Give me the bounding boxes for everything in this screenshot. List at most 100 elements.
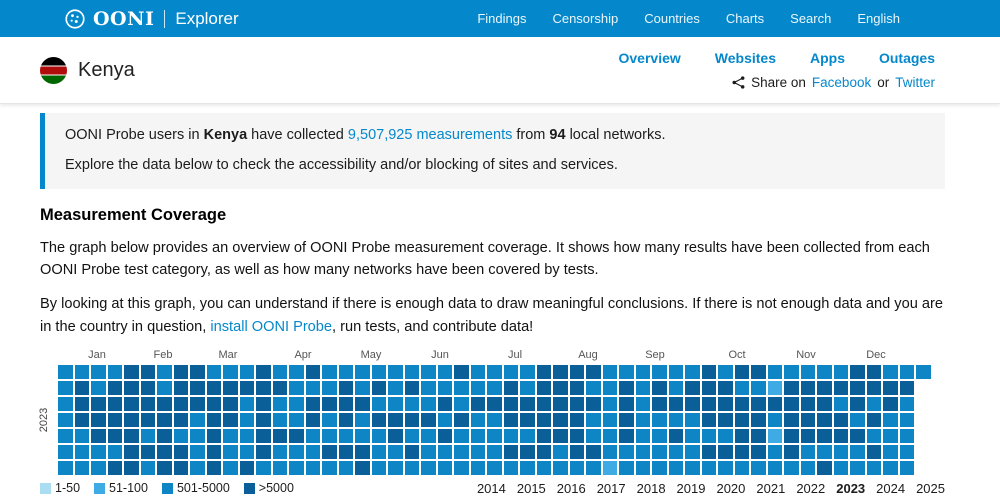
heatmap-cell[interactable] <box>256 444 271 459</box>
heatmap-cell[interactable] <box>239 380 254 395</box>
heatmap-cell[interactable] <box>256 396 271 411</box>
heatmap-cell[interactable] <box>751 364 766 379</box>
year-2024[interactable]: 2024 <box>876 481 905 496</box>
nav-item-language[interactable]: English <box>857 11 900 26</box>
heatmap-cell[interactable] <box>701 428 716 443</box>
heatmap-cell[interactable] <box>685 460 700 475</box>
heatmap-cell[interactable] <box>685 380 700 395</box>
heatmap-cell[interactable] <box>454 412 469 427</box>
heatmap-cell[interactable] <box>437 444 452 459</box>
heatmap-cell[interactable] <box>437 364 452 379</box>
heatmap-cell[interactable] <box>734 412 749 427</box>
heatmap-cell[interactable] <box>883 460 898 475</box>
heatmap-cell[interactable] <box>190 396 205 411</box>
heatmap-cell[interactable] <box>751 444 766 459</box>
heatmap-cell[interactable] <box>734 364 749 379</box>
heatmap-cell[interactable] <box>91 364 106 379</box>
heatmap-cell[interactable] <box>91 444 106 459</box>
heatmap-cell[interactable] <box>190 364 205 379</box>
heatmap-cell[interactable] <box>157 444 172 459</box>
heatmap-cell[interactable] <box>701 412 716 427</box>
heatmap-cell[interactable] <box>850 380 865 395</box>
heatmap-cell[interactable] <box>817 412 832 427</box>
heatmap-cell[interactable] <box>751 460 766 475</box>
heatmap-cell[interactable] <box>767 428 782 443</box>
heatmap-cell[interactable] <box>173 428 188 443</box>
heatmap-cell[interactable] <box>767 412 782 427</box>
tab-websites[interactable]: Websites <box>715 50 776 66</box>
heatmap-cell[interactable] <box>520 396 535 411</box>
heatmap-cell[interactable] <box>421 444 436 459</box>
heatmap-cell[interactable] <box>685 396 700 411</box>
heatmap-cell[interactable] <box>652 396 667 411</box>
heatmap-cell[interactable] <box>256 428 271 443</box>
heatmap-cell[interactable] <box>305 380 320 395</box>
heatmap-cell[interactable] <box>338 444 353 459</box>
heatmap-cell[interactable] <box>124 396 139 411</box>
heatmap-cell[interactable] <box>58 444 73 459</box>
heatmap-cell[interactable] <box>421 460 436 475</box>
heatmap-cell[interactable] <box>586 444 601 459</box>
heatmap-cell[interactable] <box>173 364 188 379</box>
heatmap-cell[interactable] <box>635 428 650 443</box>
heatmap-cell[interactable] <box>751 428 766 443</box>
heatmap-cell[interactable] <box>586 364 601 379</box>
heatmap-cell[interactable] <box>421 428 436 443</box>
heatmap-cell[interactable] <box>355 396 370 411</box>
tab-apps[interactable]: Apps <box>810 50 845 66</box>
heatmap-cell[interactable] <box>503 396 518 411</box>
heatmap-cell[interactable] <box>404 412 419 427</box>
heatmap-cell[interactable] <box>899 444 914 459</box>
heatmap-cell[interactable] <box>553 396 568 411</box>
heatmap-cell[interactable] <box>569 444 584 459</box>
heatmap-cell[interactable] <box>239 364 254 379</box>
heatmap-cell[interactable] <box>602 396 617 411</box>
heatmap-cell[interactable] <box>899 380 914 395</box>
heatmap-cell[interactable] <box>685 412 700 427</box>
heatmap-cell[interactable] <box>652 412 667 427</box>
heatmap-cell[interactable] <box>305 396 320 411</box>
heatmap-cell[interactable] <box>883 380 898 395</box>
heatmap-cell[interactable] <box>272 412 287 427</box>
heatmap-cell[interactable] <box>833 364 848 379</box>
heatmap-cell[interactable] <box>58 396 73 411</box>
year-2022[interactable]: 2022 <box>796 481 825 496</box>
heatmap-cell[interactable] <box>635 380 650 395</box>
heatmap-cell[interactable] <box>190 412 205 427</box>
nav-item-censorship[interactable]: Censorship <box>552 11 618 26</box>
heatmap-cell[interactable] <box>520 444 535 459</box>
heatmap-cell[interactable] <box>74 380 89 395</box>
heatmap-cell[interactable] <box>701 364 716 379</box>
heatmap-cell[interactable] <box>767 460 782 475</box>
heatmap-cell[interactable] <box>388 460 403 475</box>
heatmap-cell[interactable] <box>536 412 551 427</box>
heatmap-cell[interactable] <box>520 380 535 395</box>
heatmap-cell[interactable] <box>58 412 73 427</box>
heatmap-cell[interactable] <box>883 396 898 411</box>
heatmap-cell[interactable] <box>817 396 832 411</box>
heatmap-cell[interactable] <box>421 412 436 427</box>
heatmap-cell[interactable] <box>668 444 683 459</box>
heatmap-cell[interactable] <box>470 380 485 395</box>
heatmap-cell[interactable] <box>850 364 865 379</box>
heatmap-cell[interactable] <box>371 444 386 459</box>
heatmap-cell[interactable] <box>734 460 749 475</box>
heatmap-cell[interactable] <box>223 412 238 427</box>
heatmap-cell[interactable] <box>866 460 881 475</box>
heatmap-cell[interactable] <box>157 412 172 427</box>
heatmap-cell[interactable] <box>619 428 634 443</box>
heatmap-cell[interactable] <box>371 412 386 427</box>
heatmap-cell[interactable] <box>553 412 568 427</box>
heatmap-cell[interactable] <box>767 380 782 395</box>
heatmap-cell[interactable] <box>718 380 733 395</box>
heatmap-cell[interactable] <box>850 444 865 459</box>
heatmap-cell[interactable] <box>157 380 172 395</box>
heatmap-cell[interactable] <box>206 428 221 443</box>
tab-overview[interactable]: Overview <box>619 50 681 66</box>
heatmap-cell[interactable] <box>173 412 188 427</box>
heatmap-cell[interactable] <box>652 364 667 379</box>
heatmap-cell[interactable] <box>619 380 634 395</box>
heatmap-cell[interactable] <box>866 412 881 427</box>
heatmap-cell[interactable] <box>206 396 221 411</box>
heatmap-cell[interactable] <box>586 460 601 475</box>
